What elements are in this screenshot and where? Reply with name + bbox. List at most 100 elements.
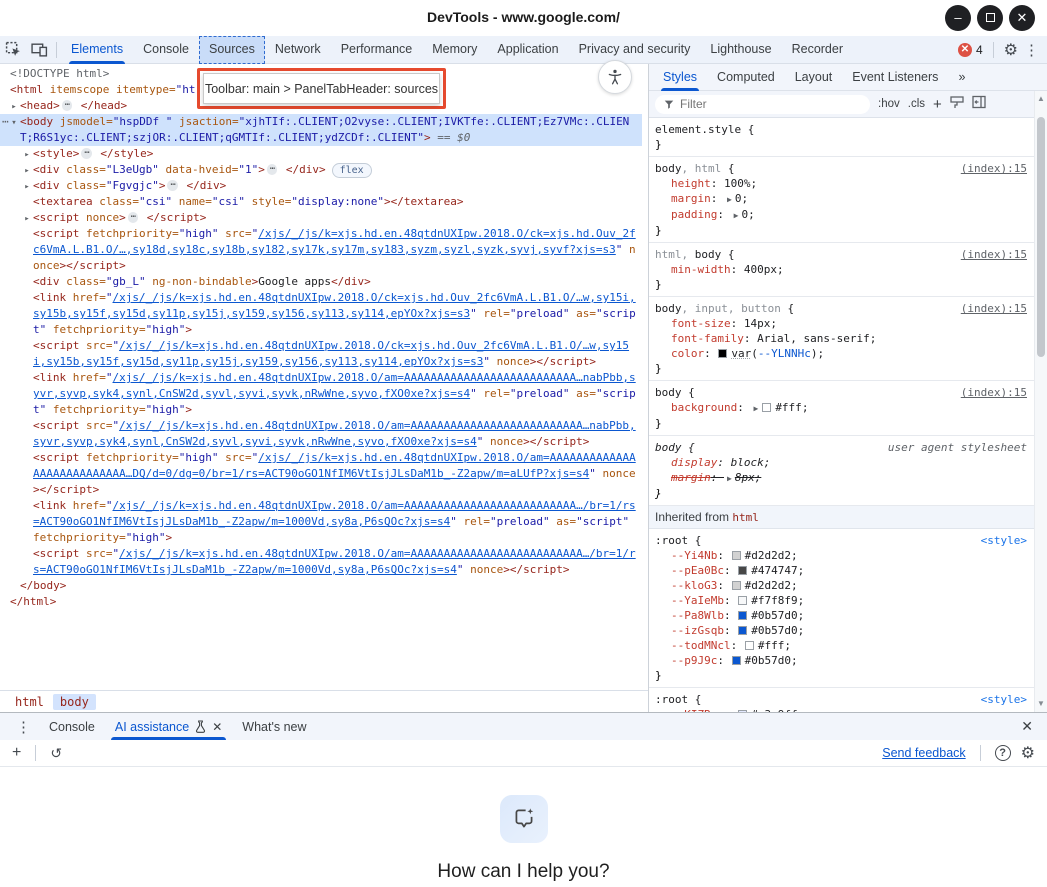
expand-arrow-icon[interactable]: ▸: [22, 211, 32, 227]
css-property[interactable]: --YaIeMb: #f7f8f9;: [655, 593, 1021, 608]
scroll-down-icon[interactable]: ▼: [1035, 698, 1047, 710]
new-chat-icon[interactable]: +: [12, 744, 21, 762]
history-icon[interactable]: ↺: [50, 745, 62, 762]
device-toolbar-icon[interactable]: [26, 39, 52, 61]
inline-expand-icon[interactable]: ⋯: [62, 100, 72, 111]
dom-tree-row[interactable]: ▸<div class="L3eUgb" data-hveid="1">⋯ </…: [0, 162, 642, 178]
send-feedback-link[interactable]: Send feedback: [882, 746, 965, 760]
stylesheet-link[interactable]: (index):15: [961, 247, 1027, 262]
scrollbar-thumb[interactable]: [1037, 117, 1045, 357]
css-property[interactable]: --p9J9c: #0b57d0;: [655, 653, 1021, 668]
node-menu-icon[interactable]: ⋯: [2, 114, 8, 130]
main-tab-recorder[interactable]: Recorder: [782, 36, 853, 64]
expand-arrow-icon[interactable]: ▸: [22, 163, 32, 179]
css-property[interactable]: font-family: Arial, sans-serif;: [655, 331, 1021, 346]
accessibility-person-icon[interactable]: [598, 60, 632, 94]
css-property[interactable]: margin: ▶0;: [655, 191, 1021, 207]
dom-tree-row[interactable]: <div class="gb_L" ng-non-bindable>Google…: [0, 274, 642, 290]
collapse-arrow-icon[interactable]: ▾: [9, 115, 19, 131]
color-swatch[interactable]: [718, 349, 727, 358]
drawer-tab-what-s-new[interactable]: What's new: [232, 713, 316, 740]
stylesheet-link[interactable]: <style>: [981, 692, 1027, 707]
color-swatch[interactable]: [762, 403, 771, 412]
style-rule[interactable]: element.style {}: [649, 118, 1047, 157]
style-rule[interactable]: body {(index):15background: ▶#fff;}: [649, 381, 1047, 436]
tab-close-icon[interactable]: ✕: [212, 714, 222, 740]
main-tab-performance[interactable]: Performance: [331, 36, 423, 64]
css-property[interactable]: min-width: 400px;: [655, 262, 1021, 277]
drawer-close-icon[interactable]: ✕: [1021, 718, 1039, 735]
element-classes-button[interactable]: .cls: [908, 98, 925, 110]
color-swatch[interactable]: [732, 551, 741, 560]
dom-tree-row[interactable]: <link href="/xjs/_/js/k=xjs.hd.en.48qtdn…: [0, 290, 642, 338]
style-rule[interactable]: body {user agent stylesheetdisplay: bloc…: [649, 436, 1047, 506]
dom-tree-row[interactable]: <script fetchpriority="high" src="/xjs/_…: [0, 450, 642, 498]
color-swatch[interactable]: [738, 566, 747, 575]
help-icon[interactable]: ?: [995, 745, 1011, 761]
main-tab-console[interactable]: Console: [133, 36, 199, 64]
dom-tree-row[interactable]: <textarea class="csi" name="csi" style="…: [0, 194, 642, 210]
dom-tree-row[interactable]: ⋯▾<body jsmodel="hspDDf " jsaction="xjhT…: [0, 114, 642, 146]
dom-tree-row[interactable]: </body>: [0, 578, 642, 594]
sidebar-tab-event-listeners[interactable]: Event Listeners: [842, 64, 948, 91]
stylesheet-link[interactable]: (index):15: [961, 301, 1027, 316]
main-tab-network[interactable]: Network: [265, 36, 331, 64]
toggle-sidebar-icon[interactable]: [972, 95, 986, 114]
main-tab-lighthouse[interactable]: Lighthouse: [700, 36, 781, 64]
css-property[interactable]: --pEa0Bc: #474747;: [655, 563, 1021, 578]
dom-tree-row[interactable]: ▸<div class="Fgvgjc">⋯ </div>: [0, 178, 642, 194]
css-property[interactable]: margin: ▶8px;: [655, 470, 1021, 486]
css-property[interactable]: padding: ▶0;: [655, 207, 1021, 223]
expand-arrow-icon[interactable]: ▸: [22, 147, 32, 163]
css-property[interactable]: --izGsqb: #0b57d0;: [655, 623, 1021, 638]
sidebar-tab-styles[interactable]: Styles: [653, 64, 707, 91]
dom-tree-row[interactable]: <script src="/xjs/_/js/k=xjs.hd.en.48qtd…: [0, 546, 642, 578]
inline-expand-icon[interactable]: ⋯: [128, 212, 138, 223]
drawer-tab-console[interactable]: Console: [39, 713, 105, 740]
style-rule[interactable]: body, input, button {(index):15font-size…: [649, 297, 1047, 381]
error-count-badge[interactable]: ✕ 4: [958, 43, 983, 57]
main-tab-elements[interactable]: Elements: [61, 36, 133, 64]
inspect-element-icon[interactable]: [0, 39, 26, 61]
inline-expand-icon[interactable]: ⋯: [167, 180, 177, 191]
flex-badge[interactable]: flex: [332, 163, 372, 178]
dom-tree-row[interactable]: ▸<script nonce>⋯ </script>: [0, 210, 642, 226]
dom-tree-row[interactable]: <script src="/xjs/_/js/k=xjs.hd.en.48qtd…: [0, 418, 642, 450]
styles-filter[interactable]: [655, 95, 870, 114]
styles-scrollbar[interactable]: ▲ ▼: [1034, 91, 1047, 712]
dom-tree-row[interactable]: </html>: [0, 594, 642, 610]
drawer-menu-icon[interactable]: ⋮: [8, 718, 39, 736]
breadcrumb-body[interactable]: body: [53, 694, 96, 710]
dom-tree-row[interactable]: <link href="/xjs/_/js/k=xjs.hd.en.48qtdn…: [0, 498, 642, 546]
styles-filter-input[interactable]: [680, 97, 840, 111]
new-style-rule-button[interactable]: +: [933, 96, 942, 113]
css-property[interactable]: --Yi4Nb: #d2d2d2;: [655, 548, 1021, 563]
dom-tree-row[interactable]: <script src="/xjs/_/js/k=xjs.hd.en.48qtd…: [0, 338, 642, 370]
main-tab-privacy-and-security[interactable]: Privacy and security: [569, 36, 701, 64]
maximize-button[interactable]: [977, 5, 1003, 31]
dom-tree-row[interactable]: <link href="/xjs/_/js/k=xjs.hd.en.48qtdn…: [0, 370, 642, 418]
css-property[interactable]: font-size: 14px;: [655, 316, 1021, 331]
css-property[interactable]: --todMNcl: #fff;: [655, 638, 1021, 653]
dom-tree-row[interactable]: <script fetchpriority="high" src="/xjs/_…: [0, 226, 642, 274]
dom-tree-row[interactable]: ▸<style>⋯ </style>: [0, 146, 642, 162]
toggle-element-state-button[interactable]: :hov: [878, 98, 900, 110]
inline-expand-icon[interactable]: ⋯: [267, 164, 277, 175]
more-tabs-icon[interactable]: »: [948, 64, 975, 91]
drawer-settings-gear-icon[interactable]: ⚙: [1021, 743, 1035, 763]
expand-arrow-icon[interactable]: ▸: [9, 99, 19, 115]
sidebar-tab-computed[interactable]: Computed: [707, 64, 785, 91]
css-property[interactable]: --Pa8Wlb: #0b57d0;: [655, 608, 1021, 623]
style-rule[interactable]: :root {<style>--Yi4Nb: #d2d2d2;--pEa0Bc:…: [649, 529, 1047, 688]
style-rule[interactable]: body, html {(index):15height: 100%;margi…: [649, 157, 1047, 243]
expand-arrow-icon[interactable]: ▸: [22, 179, 32, 195]
rendering-icon[interactable]: [950, 95, 964, 114]
breadcrumb-html[interactable]: html: [8, 694, 51, 710]
css-property[interactable]: height: 100%;: [655, 176, 1021, 191]
stylesheet-link[interactable]: (index):15: [961, 385, 1027, 400]
inline-expand-icon[interactable]: ⋯: [81, 148, 91, 159]
minimize-button[interactable]: –: [945, 5, 971, 31]
color-swatch[interactable]: [745, 641, 754, 650]
drawer-tab-ai-assistance[interactable]: AI assistance✕: [105, 713, 232, 740]
color-swatch[interactable]: [732, 581, 741, 590]
